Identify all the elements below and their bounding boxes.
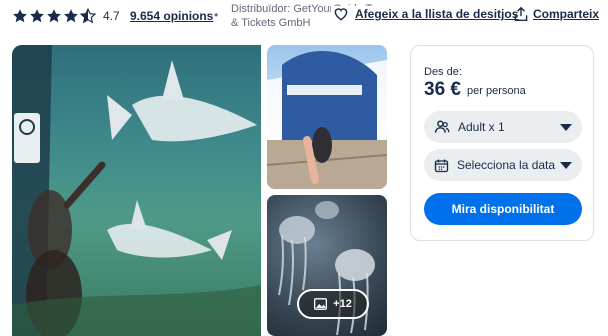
chevron-down-icon xyxy=(560,123,572,131)
separator-dot: • xyxy=(214,8,219,22)
building-photo[interactable] xyxy=(267,45,387,189)
share-button[interactable]: Comparteix xyxy=(514,6,599,22)
wishlist-label: Afegeix a la llista de desitjos xyxy=(355,7,519,21)
price-value: 36 € xyxy=(424,79,461,100)
star-icon xyxy=(64,9,78,23)
check-availability-label: Mira disponibilitat xyxy=(451,202,555,216)
date-value: Selecciona la data xyxy=(457,158,556,172)
date-select[interactable]: Selecciona la data xyxy=(424,149,582,181)
star-half-icon xyxy=(80,8,96,24)
reviews-link[interactable]: 9.654 opinions xyxy=(130,9,213,23)
heart-icon xyxy=(334,8,348,21)
rating-value: 4.7 xyxy=(103,9,120,23)
image-icon xyxy=(314,298,328,310)
people-icon xyxy=(434,120,450,133)
booking-panel: Des de: 36 € per persona Adult x 1 Selec… xyxy=(410,45,594,241)
participants-value: Adult x 1 xyxy=(458,120,505,134)
building-image xyxy=(267,51,387,189)
chevron-down-icon xyxy=(560,161,572,169)
wishlist-button[interactable]: Afegeix a la llista de desitjos xyxy=(331,6,519,22)
price-from-label: Des de: xyxy=(424,66,462,78)
top-bar: 4.7 9.654 opinions • Distribuïdor: GetYo… xyxy=(0,0,608,40)
rating-stars xyxy=(12,8,96,24)
more-photos-button[interactable]: +12 xyxy=(297,289,369,319)
share-label: Comparteix xyxy=(533,7,600,21)
participants-select[interactable]: Adult x 1 xyxy=(424,111,582,143)
aquarium-image xyxy=(12,45,261,336)
star-icon xyxy=(30,9,44,23)
main-photo[interactable] xyxy=(12,45,261,336)
check-availability-button[interactable]: Mira disponibilitat xyxy=(424,193,582,225)
calendar-icon xyxy=(434,159,449,172)
star-icon xyxy=(13,9,27,23)
star-icon xyxy=(47,9,61,23)
more-photos-count: +12 xyxy=(333,298,352,310)
per-person-label: per persona xyxy=(467,85,526,97)
share-icon xyxy=(514,6,528,21)
